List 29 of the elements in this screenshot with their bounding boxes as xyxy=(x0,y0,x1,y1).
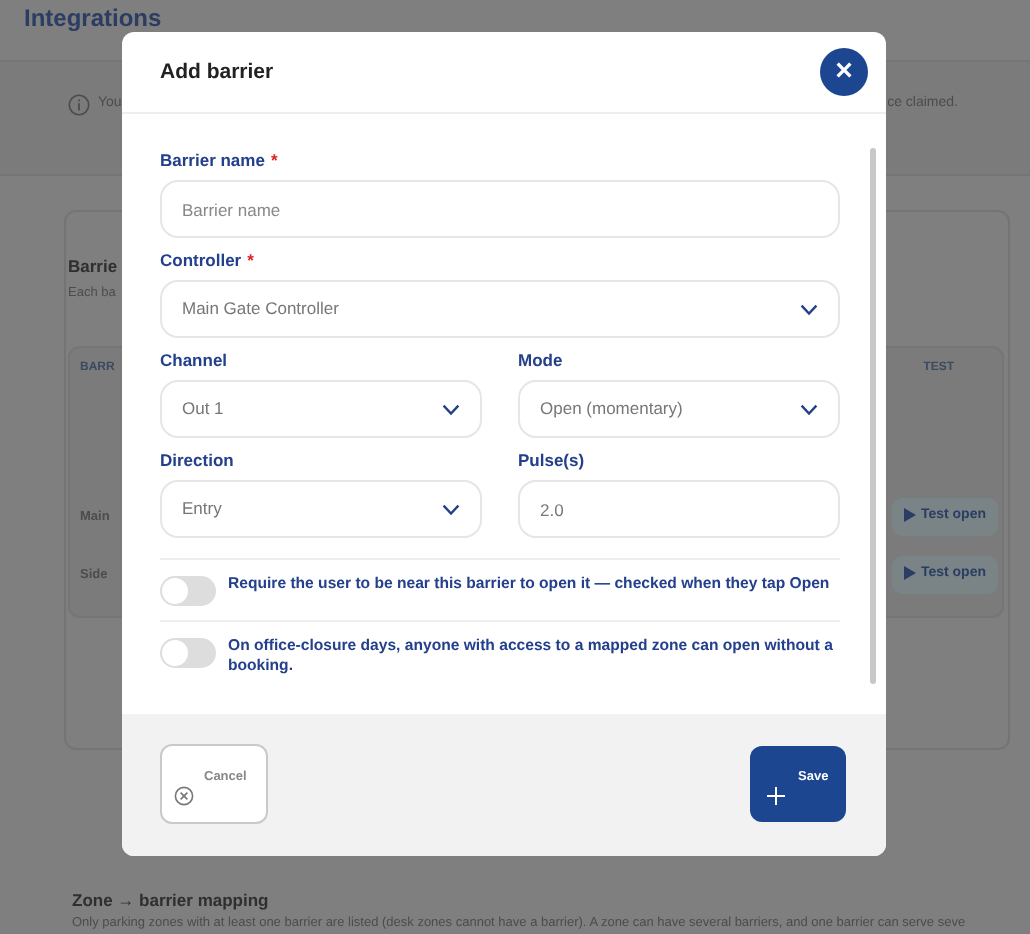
field-label: Barrier name * xyxy=(160,148,280,172)
section-title: Barrie xyxy=(68,256,118,278)
play-icon xyxy=(904,507,917,522)
plus-icon xyxy=(766,785,786,805)
play-icon xyxy=(904,565,917,580)
field-label: Controller * xyxy=(160,248,256,272)
scrollbar[interactable] xyxy=(870,148,876,684)
chevron-down-icon xyxy=(442,503,460,515)
toggle-switch[interactable] xyxy=(160,638,216,668)
chevron-down-icon xyxy=(442,403,460,415)
dialog-title: Add barrier xyxy=(160,59,274,85)
chevron-down-icon xyxy=(800,303,818,315)
field-label: Mode xyxy=(518,348,565,372)
dropdown[interactable]: Open (momentary) xyxy=(518,380,840,438)
dropdown[interactable]: Main Gate Controller xyxy=(160,280,840,338)
toggle-switch[interactable] xyxy=(160,576,216,606)
dropdown[interactable]: Out 1 xyxy=(160,380,482,438)
section-title: Zone → barrier mapping xyxy=(72,890,269,912)
text-field[interactable]: 2.0 xyxy=(518,480,840,538)
field-label: Channel xyxy=(160,348,230,372)
chevron-down-icon xyxy=(800,403,818,415)
page-title: Integrations xyxy=(24,2,164,36)
info-icon xyxy=(68,93,90,115)
close-button[interactable]: × xyxy=(820,48,868,96)
field-label: Direction xyxy=(160,448,236,472)
field-label: Pulse(s) xyxy=(518,448,587,472)
dropdown[interactable]: Entry xyxy=(160,480,482,538)
close-icon xyxy=(174,785,194,805)
text-field[interactable]: Barrier name xyxy=(160,180,840,238)
